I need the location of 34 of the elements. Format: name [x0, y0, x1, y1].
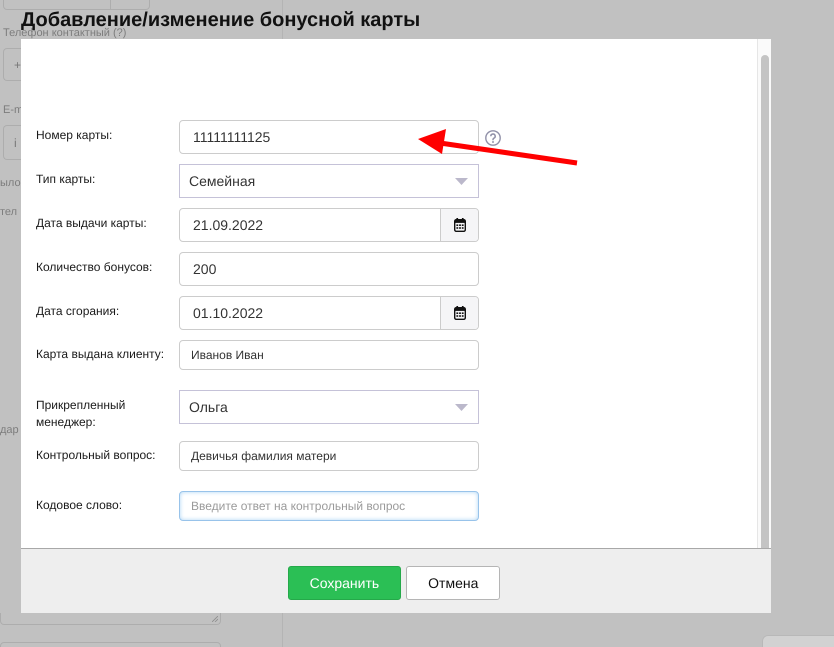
date-field[interactable]: 21.09.2022: [179, 208, 479, 242]
calendar-icon: [454, 218, 466, 232]
help-icon[interactable]: [485, 130, 501, 146]
field-label: Контрольный вопрос:: [36, 447, 157, 464]
scrollbar[interactable]: [757, 39, 771, 548]
input-field[interactable]: 11111111125: [179, 120, 479, 154]
field-label: Карта выдана клиенту:: [36, 346, 166, 363]
select-field[interactable]: Ольга: [179, 390, 479, 424]
field-label: Дата выдачи карты:: [36, 215, 148, 232]
field-label: Дата сгорания:: [36, 303, 120, 320]
scrollbar-thumb[interactable]: [760, 55, 768, 548]
caret-icon: [455, 178, 468, 184]
input-field[interactable]: Введите ответ на контрольный вопрос: [179, 491, 479, 521]
select-field[interactable]: Семейная: [179, 164, 479, 198]
field-label: ыло: [0, 178, 21, 189]
calendar-button[interactable]: [440, 297, 478, 329]
dialog-title: Добавление/изменение бонусной карты: [21, 9, 420, 31]
field-label: Кодовое слово:: [36, 497, 124, 514]
field-label: тел: [0, 207, 18, 218]
date-field[interactable]: 01.10.2022: [179, 296, 479, 330]
field-label: дар: [0, 425, 19, 436]
calendar-icon: [454, 306, 466, 320]
input-field[interactable]: Девичья фамилия матери: [179, 441, 479, 471]
caret-icon: [455, 404, 468, 410]
field-label: Прикрепленный менеджер:: [36, 397, 126, 431]
field-label: Телефон контактный (?): [3, 28, 126, 39]
field-label: Тип карты:: [36, 171, 96, 188]
field-label: Номер карты:: [36, 127, 114, 144]
cancel-button[interactable]: Отмена: [406, 566, 500, 600]
resize-grip-icon: [212, 616, 218, 622]
input-field[interactable]: Иванов Иван: [179, 340, 479, 370]
calendar-button[interactable]: [440, 209, 478, 241]
input-field[interactable]: 200: [179, 252, 479, 286]
field-label: Количество бонусов:: [36, 259, 154, 276]
